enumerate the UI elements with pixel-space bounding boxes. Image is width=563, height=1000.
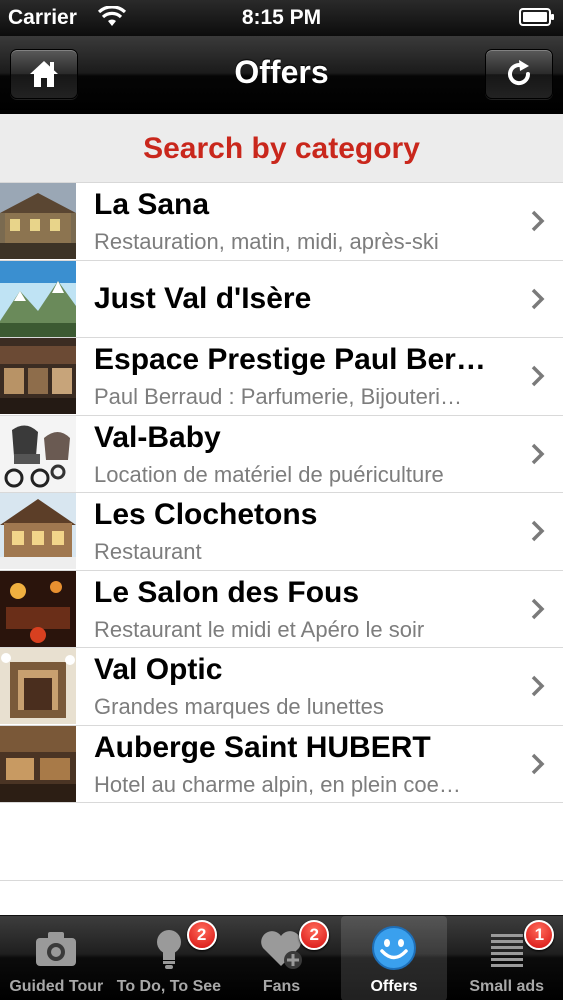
navigation-bar: Offers: [0, 36, 563, 114]
list-item[interactable]: Just Val d'Isère: [0, 260, 563, 338]
offer-subtitle: Restaurant le midi et Apéro le soir: [94, 616, 425, 642]
offer-thumbnail: [0, 570, 76, 647]
tab-bar: Guided Tour 2 To Do, To See 2 Fans Offer…: [0, 915, 563, 1000]
clock: 8:15 PM: [241, 6, 322, 29]
chevron-right-icon: [531, 210, 545, 232]
refresh-button[interactable]: [485, 49, 553, 99]
offer-title: Espace Prestige Paul Ber…: [94, 343, 486, 376]
notification-badge: 2: [186, 920, 217, 950]
tab-label: To Do, To See: [116, 978, 222, 995]
tab-label: Offers: [370, 978, 418, 995]
camera-icon: [36, 932, 77, 966]
list-item[interactable]: La Sana Restauration, matin, midi, après…: [0, 183, 563, 261]
notification-badge: 1: [524, 920, 555, 950]
offer-title: Just Val d'Isère: [94, 281, 312, 315]
offer-title: Val Optic: [94, 653, 223, 686]
chevron-right-icon: [531, 365, 545, 387]
offer-subtitle: Paul Berraud : Parfumerie, Bijouteri…: [94, 384, 463, 409]
offer-subtitle: Hotel au charme alpin, en plein coe…: [94, 771, 461, 797]
offer-thumbnail: [0, 260, 76, 337]
offers-list: La Sana Restauration, matin, midi, après…: [0, 183, 563, 881]
chevron-right-icon: [531, 288, 545, 309]
home-icon: [30, 61, 58, 87]
offer-thumbnail: [0, 648, 76, 724]
home-button[interactable]: [10, 49, 78, 99]
lightbulb-icon: [156, 930, 181, 969]
list-item[interactable]: Les Clochetons Restaurant: [0, 493, 563, 571]
tab-fans[interactable]: 2 Fans: [225, 916, 338, 1000]
chevron-right-icon: [531, 520, 545, 542]
offer-subtitle: Grandes marques de lunettes: [94, 694, 384, 719]
list-item[interactable]: Auberge Saint HUBERT Hotel au charme alp…: [0, 725, 563, 803]
refresh-icon: [508, 60, 531, 86]
chevron-right-icon: [531, 675, 545, 697]
tab-label: Small ads: [469, 978, 545, 995]
offer-title: Val-Baby: [94, 420, 221, 454]
chevron-right-icon: [531, 443, 545, 464]
list-item[interactable]: Val-Baby Location de matériel de puéricu…: [0, 415, 563, 493]
offer-subtitle: Location de matériel de puériculture: [94, 461, 444, 487]
offer-subtitle: Restaurant: [94, 539, 202, 564]
offer-thumbnail: [0, 493, 76, 569]
tab-small-ads[interactable]: 1 Small ads: [450, 916, 563, 1000]
list-item[interactable]: Le Salon des Fous Restaurant le midi et …: [0, 570, 563, 648]
offer-title: Les Clochetons: [94, 498, 318, 531]
tab-label: Fans: [262, 978, 301, 995]
offer-thumbnail: [0, 415, 76, 492]
offer-title: Le Salon des Fous: [94, 575, 360, 609]
page-title: Offers: [234, 54, 329, 90]
chevron-right-icon: [531, 753, 545, 774]
offer-thumbnail: [0, 338, 76, 414]
tab-label: Guided Tour: [9, 978, 104, 995]
chevron-right-icon: [531, 598, 545, 619]
tab-to-do-to-see[interactable]: 2 To Do, To See: [113, 916, 226, 1000]
list-item[interactable]: Val Optic Grandes marques de lunettes: [0, 648, 563, 726]
list-item[interactable]: Espace Prestige Paul Ber… Paul Berraud :…: [0, 338, 563, 416]
search-by-category-button[interactable]: Search by category: [0, 114, 563, 183]
tab-guided-tour[interactable]: Guided Tour: [0, 916, 113, 1000]
offer-thumbnail: [0, 725, 76, 802]
offer-thumbnail: [0, 183, 76, 259]
offer-title: Auberge Saint HUBERT: [94, 730, 431, 764]
status-bar: Carrier 8:15 PM: [0, 0, 563, 36]
battery-icon: [519, 8, 554, 26]
tab-offers[interactable]: Offers: [341, 916, 447, 1000]
notification-badge: 2: [299, 920, 330, 950]
empty-row: [0, 803, 563, 881]
smiley-icon: [372, 926, 416, 970]
offer-title: La Sana: [94, 188, 210, 221]
offer-subtitle: Restauration, matin, midi, après-ski: [94, 229, 439, 254]
